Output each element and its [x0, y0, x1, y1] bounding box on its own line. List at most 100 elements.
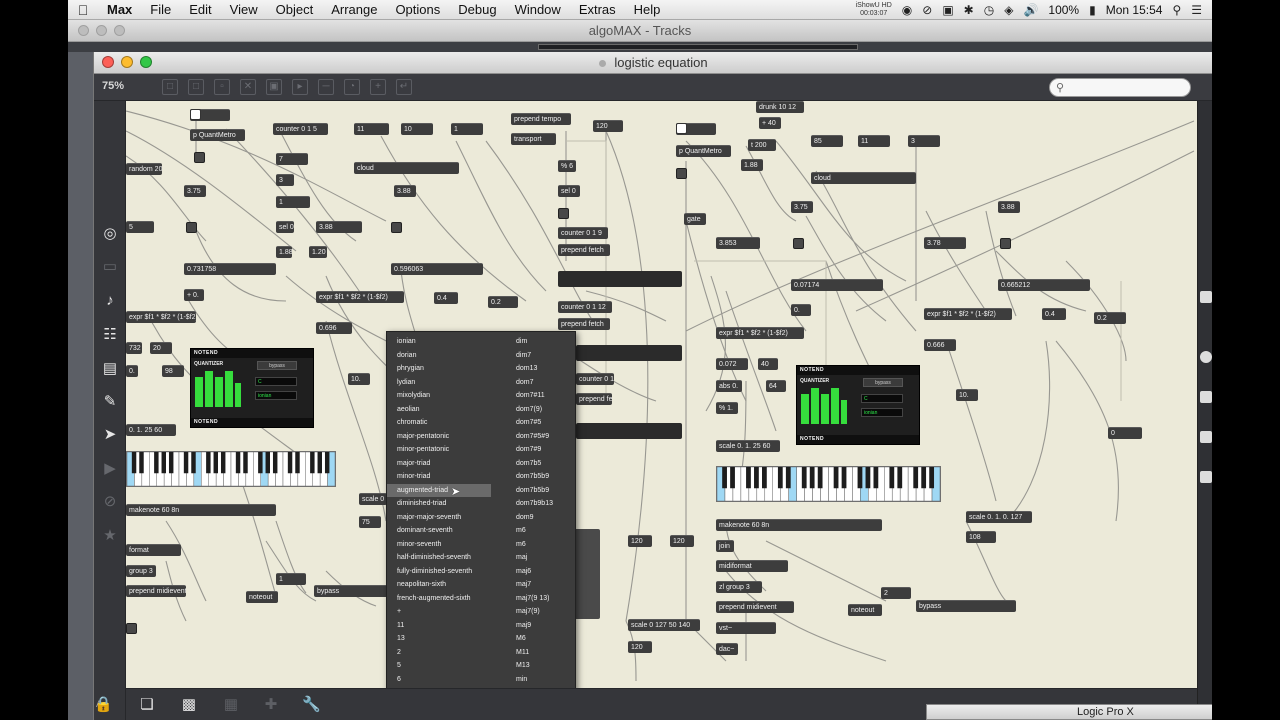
chord-menu-item[interactable]: dom13	[516, 362, 574, 376]
number-box[interactable]: 1.20	[309, 246, 327, 258]
object-box[interactable]: scale 0	[359, 493, 387, 505]
add-object-icon[interactable]: +	[370, 79, 386, 95]
object-box[interactable]: join	[716, 540, 734, 552]
number-box[interactable]: 732	[126, 342, 142, 354]
logic-pro-window-hint[interactable]: Logic Pro X	[926, 704, 1212, 720]
toggle-object-icon[interactable]: ▣	[266, 79, 282, 95]
button-object-icon[interactable]: ✕	[240, 79, 256, 95]
snap-icon[interactable]: ✚	[262, 696, 280, 714]
number-box[interactable]: 1.88	[276, 246, 292, 258]
number-box[interactable]: 0.4	[1042, 308, 1066, 320]
black-key[interactable]	[889, 467, 895, 489]
object-box[interactable]: scale 0 127 50 140	[628, 619, 700, 631]
scale-menu-item[interactable]: minor-seventh	[397, 538, 491, 552]
object-box[interactable]: cloud	[354, 162, 459, 174]
black-key[interactable]	[801, 467, 807, 489]
expr-object[interactable]: expr $f1 * $f2 * (1-$f2)	[126, 311, 196, 323]
table-object[interactable]	[576, 345, 682, 361]
scale-menu-item[interactable]: minor-pentatonic	[397, 443, 491, 457]
notification-center-icon[interactable]: ☰	[1191, 3, 1202, 17]
object-box[interactable]: counter 0 1 12	[558, 301, 612, 313]
black-key[interactable]	[154, 452, 159, 474]
clock[interactable]: Mon 15:54	[1106, 3, 1163, 17]
object-box[interactable]: makenote 60 8n	[126, 504, 276, 516]
bg-zoom-button[interactable]	[114, 25, 125, 36]
object-box[interactable]: t 200	[748, 139, 776, 151]
menu-file[interactable]: File	[141, 2, 180, 17]
object-box[interactable]: format	[126, 544, 181, 556]
object-box[interactable]: makenote 60 8n	[716, 519, 882, 531]
scale-menu-item[interactable]: fully-diminished-seventh	[397, 565, 491, 579]
black-key[interactable]	[243, 452, 248, 474]
black-key[interactable]	[191, 452, 196, 474]
menu-debug[interactable]: Debug	[449, 2, 505, 17]
black-key[interactable]	[873, 467, 879, 489]
object-box[interactable]: counter 0 1 9	[558, 227, 608, 239]
black-key[interactable]	[921, 467, 927, 489]
black-key[interactable]	[754, 467, 759, 489]
chord-menu-item[interactable]: min	[516, 673, 574, 687]
object-box[interactable]: cloud	[811, 172, 916, 184]
black-key[interactable]	[287, 452, 293, 474]
object-box[interactable]: counter 0 1 5	[273, 123, 328, 135]
object-box[interactable]: + 40	[759, 117, 781, 129]
chord-menu-item[interactable]: m6	[516, 524, 574, 538]
black-key[interactable]	[235, 452, 241, 474]
chord-menu-item[interactable]: dom7b5b9	[516, 470, 574, 484]
table-object[interactable]	[558, 271, 682, 287]
list-icon[interactable]	[1200, 431, 1212, 443]
number-box[interactable]: 1.88	[741, 159, 763, 171]
number-box[interactable]: 1	[451, 123, 483, 135]
presentation-icon[interactable]: ▩	[180, 696, 198, 714]
menu-arrange[interactable]: Arrange	[322, 2, 386, 17]
chord-menu-item[interactable]: maj7(9 13)	[516, 592, 574, 606]
scale-menu-item[interactable]: 11	[397, 619, 491, 633]
scale-menu-item[interactable]: dominant-seventh	[397, 524, 491, 538]
plugin-scale-select[interactable]: ionian	[861, 408, 903, 417]
plugin-key-select[interactable]: C	[861, 394, 903, 403]
bypass-toggle[interactable]: bypass	[916, 600, 1016, 612]
expr-object[interactable]: expr $f1 * $f2 * (1-$f2)	[924, 308, 1012, 320]
dac-object[interactable]: dac~	[716, 643, 738, 655]
number-box[interactable]: 10.	[956, 389, 978, 401]
menu-window[interactable]: Window	[506, 2, 570, 17]
chord-menu-item[interactable]: dom7(9)	[516, 403, 574, 417]
black-key[interactable]	[913, 467, 919, 489]
object-box[interactable]: 0. 1. 25 60	[126, 424, 176, 436]
chord-menu-item[interactable]: m6	[516, 538, 574, 552]
black-key[interactable]	[730, 467, 735, 489]
number-box[interactable]: 10	[401, 123, 433, 135]
number-box[interactable]: 0.4	[434, 292, 458, 304]
bang-button[interactable]	[676, 168, 687, 179]
black-key[interactable]	[139, 452, 144, 474]
number-object-icon[interactable]: ▸	[292, 79, 308, 95]
menu-object[interactable]: Object	[267, 2, 323, 17]
arrow-left-icon[interactable]: ➤	[102, 427, 118, 443]
bypass-toggle[interactable]: bypass	[314, 585, 392, 597]
number-box[interactable]: 10.	[348, 373, 370, 385]
noteout-object[interactable]: noteout	[246, 591, 278, 603]
expr-object[interactable]: expr $f1 * $f2 * (1-$f2)	[716, 327, 804, 339]
scale-menu-item[interactable]: augmented-triad	[387, 483, 491, 497]
zoom-level[interactable]: 75%	[102, 80, 124, 92]
info-icon[interactable]	[1200, 351, 1212, 363]
object-box[interactable]: group 3	[126, 565, 156, 577]
black-key[interactable]	[777, 467, 783, 489]
quantizer-plugin-left[interactable]: NOTEND QUANTIZER bypass C ionian NOTEND	[190, 348, 314, 428]
object-box[interactable]: scale 0. 1. 25 60	[716, 440, 780, 452]
number-box[interactable]: 40	[758, 358, 778, 370]
grid-toggle-icon[interactable]: ▦	[222, 696, 240, 714]
object-box[interactable]: + 0.	[184, 289, 204, 301]
message-box[interactable]: prepend fetch	[558, 318, 610, 330]
object-box[interactable]: scale 0. 1. 0. 127	[966, 511, 1032, 523]
patch-canvas[interactable]: 4n p QuantMetro counter 0 1 5 11 10 1 pr…	[126, 101, 1197, 688]
chord-menu-item[interactable]: M13	[516, 659, 574, 673]
vst-object[interactable]: vst~	[716, 622, 776, 634]
panel-icon[interactable]	[1200, 391, 1212, 403]
menu-options[interactable]: Options	[386, 2, 449, 17]
toggle[interactable]	[558, 208, 569, 219]
chord-menu-item[interactable]: maj7	[516, 578, 574, 592]
recorder-status[interactable]: iShowU HD 00:03:07	[856, 2, 892, 18]
object-box[interactable]: % 1.	[716, 402, 738, 414]
number-box[interactable]: 11	[858, 135, 890, 147]
